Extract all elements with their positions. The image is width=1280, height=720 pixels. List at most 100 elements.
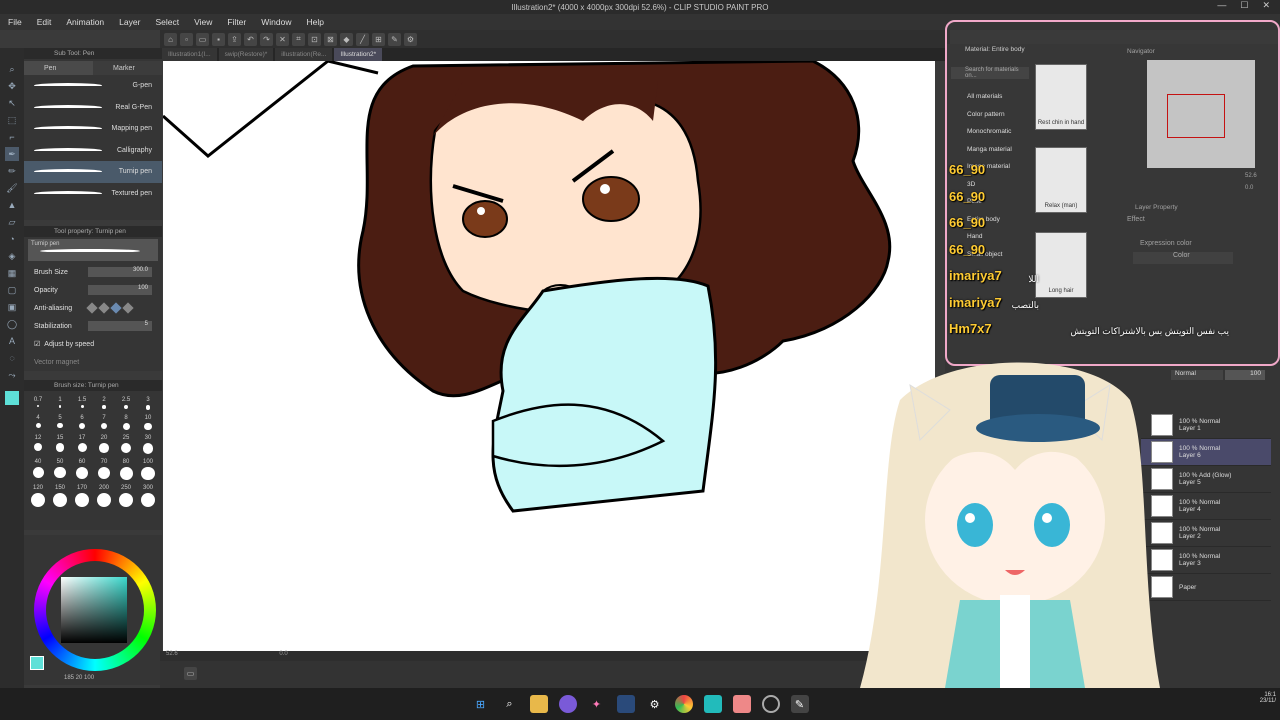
eraser-icon[interactable]: ▱ bbox=[5, 215, 19, 229]
pencil-icon[interactable]: ✏ bbox=[5, 164, 19, 178]
brush-size-option[interactable]: 250 bbox=[116, 485, 136, 507]
menu-select[interactable]: Select bbox=[155, 17, 179, 27]
menu-animation[interactable]: Animation bbox=[66, 17, 104, 27]
brush-size-option[interactable]: 7 bbox=[94, 415, 114, 431]
brush-size-option[interactable]: 200 bbox=[94, 485, 114, 507]
discord-icon[interactable] bbox=[558, 695, 577, 713]
line-correction-icon[interactable]: ⤳ bbox=[5, 368, 19, 382]
blend-icon[interactable]: ◔ bbox=[5, 232, 19, 246]
brush-real-g-pen[interactable]: Real G-Pen bbox=[24, 97, 162, 119]
fill-tool-icon[interactable]: ◈ bbox=[5, 249, 19, 263]
eyedropper-icon[interactable]: ⌐ bbox=[5, 130, 19, 144]
brush-size-option[interactable]: 25 bbox=[116, 435, 136, 454]
tab-illustration[interactable]: illustration(Re... bbox=[275, 48, 333, 61]
brush-size-option[interactable]: 10 bbox=[138, 415, 158, 430]
transform-icon[interactable]: ⌗ bbox=[292, 32, 305, 46]
brush-size-option[interactable]: 6 bbox=[72, 415, 92, 431]
brush-size-option[interactable]: 70 bbox=[94, 459, 114, 481]
brush-size-option[interactable]: 17 bbox=[72, 435, 92, 454]
menu-edit[interactable]: Edit bbox=[37, 17, 52, 27]
brush-mapping-pen[interactable]: Mapping pen bbox=[24, 118, 162, 140]
brush-size-option[interactable]: 30 bbox=[138, 435, 158, 454]
invert-selection-icon[interactable]: ⊠ bbox=[324, 32, 337, 46]
airbrush-icon[interactable]: ▲ bbox=[5, 198, 19, 212]
zoom-icon[interactable]: ⌕ bbox=[5, 62, 19, 76]
minimize-button[interactable]: — bbox=[1217, 0, 1226, 14]
material-tree-item[interactable]: Monochromatic bbox=[951, 123, 1031, 141]
material-tree-item[interactable]: Color pattern bbox=[951, 106, 1031, 124]
brush-size-option[interactable]: 50 bbox=[50, 459, 70, 481]
settings-gear-icon[interactable]: ⚙ bbox=[646, 695, 664, 713]
color-swatch-icon[interactable] bbox=[5, 391, 19, 405]
move-icon[interactable]: ✥ bbox=[5, 79, 19, 93]
brush-size-option[interactable]: 15 bbox=[50, 435, 70, 454]
gradient-icon[interactable]: ▦ bbox=[5, 266, 19, 280]
export-icon[interactable]: ⇪ bbox=[228, 32, 241, 46]
new-file-icon[interactable]: ▫ bbox=[180, 32, 193, 46]
snap-grid-icon[interactable]: ⊞ bbox=[372, 32, 385, 46]
brush-size-option[interactable]: 4 bbox=[28, 415, 48, 431]
layer-opacity-slider[interactable]: 100 bbox=[1225, 370, 1265, 380]
brush-icon[interactable]: 🖌 bbox=[5, 181, 19, 195]
brush-size-option[interactable]: 12 bbox=[28, 435, 48, 454]
paint-app-icon[interactable] bbox=[732, 695, 751, 713]
opacity-slider[interactable]: 100 bbox=[88, 285, 152, 295]
windows-start-icon[interactable]: ⊞ bbox=[472, 695, 490, 713]
rotation-value[interactable]: 0.0 bbox=[279, 651, 287, 657]
subtool-tab-pen[interactable]: Pen bbox=[24, 61, 93, 75]
antialias-none[interactable] bbox=[86, 302, 98, 314]
brush-turnip-pen[interactable]: Turnip pen bbox=[24, 161, 162, 183]
frame-icon[interactable]: ▣ bbox=[5, 300, 19, 314]
brush-g-pen[interactable]: G-pen bbox=[24, 75, 162, 97]
brush-size-option[interactable]: 2 bbox=[94, 397, 114, 410]
tab-illustration1[interactable]: Illustration1(I... bbox=[162, 48, 217, 61]
star-app-icon[interactable]: ✦ bbox=[588, 695, 606, 713]
brush-size-option[interactable]: 150 bbox=[50, 485, 70, 507]
material-tree-item[interactable]: All materials bbox=[951, 88, 1031, 106]
material-tree-item[interactable]: Manga material bbox=[951, 141, 1031, 159]
antialias-mid[interactable] bbox=[110, 302, 122, 314]
menu-view[interactable]: View bbox=[194, 17, 212, 27]
search-icon[interactable]: ⌕ bbox=[501, 695, 519, 713]
brush-size-slider[interactable]: 300.0 bbox=[88, 267, 152, 277]
saturation-square[interactable] bbox=[61, 577, 127, 643]
brush-size-option[interactable]: 80 bbox=[116, 459, 136, 481]
brush-calligraphy[interactable]: Calligraphy bbox=[24, 140, 162, 162]
brush-size-option[interactable]: 20 bbox=[94, 435, 114, 454]
pen-icon[interactable]: ✒ bbox=[5, 147, 19, 161]
figure-icon[interactable]: ▢ bbox=[5, 283, 19, 297]
checkbox-icon[interactable]: ☑ bbox=[34, 340, 40, 348]
zoom-value[interactable]: 52.6 bbox=[166, 651, 178, 657]
app-icon[interactable] bbox=[703, 695, 722, 713]
subtool-tab-marker[interactable]: Marker bbox=[93, 61, 162, 75]
menu-filter[interactable]: Filter bbox=[227, 17, 246, 27]
materials-search[interactable]: Search for materials on... bbox=[951, 67, 1029, 79]
brush-size-option[interactable]: 3 bbox=[138, 397, 158, 410]
brush-size-option[interactable]: 5 bbox=[50, 415, 70, 431]
home-icon[interactable]: ⌂ bbox=[164, 32, 177, 46]
brush-size-option[interactable]: 2.5 bbox=[116, 397, 136, 410]
menu-file[interactable]: File bbox=[8, 17, 22, 27]
brush-size-option[interactable]: 300 bbox=[138, 485, 158, 507]
folder-icon[interactable] bbox=[529, 695, 548, 713]
selection-icon[interactable]: ⬚ bbox=[5, 113, 19, 127]
close-button[interactable]: ✕ bbox=[1262, 0, 1270, 14]
obs-icon[interactable] bbox=[761, 695, 780, 713]
tab-illustration2[interactable]: Illustration2* bbox=[334, 48, 383, 61]
clear-icon[interactable]: ✕ bbox=[276, 32, 289, 46]
deselect-icon[interactable]: ⊡ bbox=[308, 32, 321, 46]
chrome-icon[interactable] bbox=[674, 695, 693, 713]
stabilization-slider[interactable]: 5 bbox=[88, 321, 152, 331]
save-icon[interactable]: ▪ bbox=[212, 32, 225, 46]
maximize-button[interactable]: ☐ bbox=[1240, 0, 1248, 14]
brush-size-option[interactable]: 1.5 bbox=[72, 397, 92, 410]
tab-swip[interactable]: swip(Restore)* bbox=[218, 48, 274, 61]
balloon-icon[interactable]: ◌ bbox=[5, 351, 19, 365]
brush-size-option[interactable]: 170 bbox=[72, 485, 92, 507]
timeline-icon[interactable]: ▭ bbox=[184, 667, 197, 680]
brush-size-option[interactable]: 40 bbox=[28, 459, 48, 481]
menu-window[interactable]: Window bbox=[261, 17, 291, 27]
settings-icon[interactable]: ⚙ bbox=[404, 32, 417, 46]
material-thumb-1[interactable]: Rest chin in hand bbox=[1035, 64, 1087, 130]
text-icon[interactable]: A bbox=[5, 334, 19, 348]
